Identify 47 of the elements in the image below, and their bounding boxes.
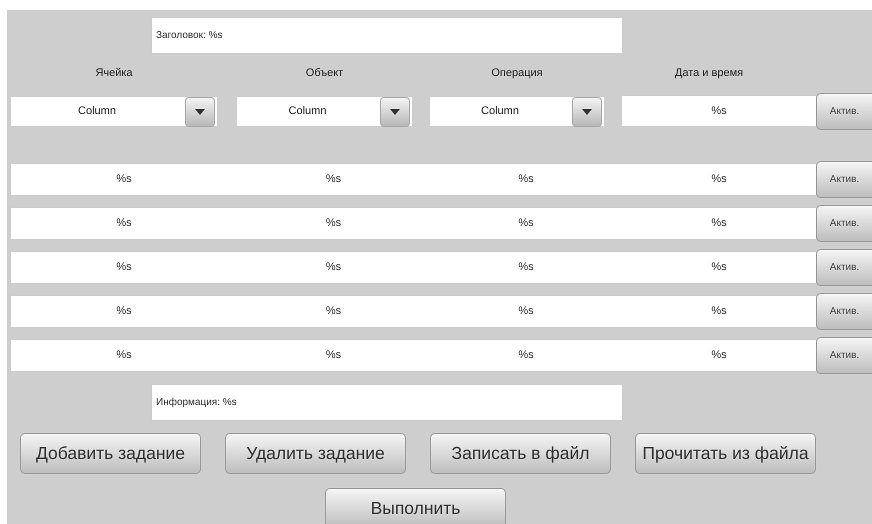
input-field[interactable]: %s bbox=[622, 208, 816, 238]
column-header: Ячейка bbox=[94, 66, 134, 81]
input-field[interactable]: %s bbox=[237, 164, 430, 194]
dropdown[interactable]: Column bbox=[237, 97, 412, 126]
title-field[interactable]: Заголовок: %s bbox=[152, 18, 622, 53]
input-field[interactable]: %s bbox=[11, 208, 237, 238]
input-field[interactable]: %s bbox=[622, 340, 816, 370]
column-header: Объект bbox=[304, 66, 344, 81]
column-header: Дата и время bbox=[674, 66, 744, 81]
dropdown[interactable]: Column bbox=[11, 97, 217, 126]
input-field[interactable]: %s bbox=[237, 296, 430, 326]
input-field[interactable]: %s bbox=[11, 252, 237, 282]
input-field[interactable]: %s bbox=[237, 340, 430, 370]
caret-down-icon bbox=[195, 109, 205, 115]
input-field[interactable]: %s bbox=[430, 296, 622, 326]
caret-down-icon bbox=[390, 109, 400, 115]
column-header: Операция bbox=[490, 66, 544, 81]
activate-button[interactable]: Актив. bbox=[816, 204, 872, 242]
activate-button[interactable]: Актив. bbox=[816, 93, 872, 130]
dropdown-arrow-button[interactable] bbox=[572, 97, 602, 127]
activate-button[interactable]: Актив. bbox=[816, 160, 872, 198]
action-button[interactable]: Прочитать из файла bbox=[635, 433, 816, 474]
caret-down-icon bbox=[582, 109, 592, 115]
info-field[interactable]: Информация: %s bbox=[152, 385, 622, 420]
date-field[interactable]: %s bbox=[622, 96, 816, 126]
input-field[interactable]: %s bbox=[11, 296, 237, 326]
activate-button[interactable]: Актив. bbox=[816, 248, 872, 286]
activate-button[interactable]: Актив. bbox=[816, 336, 872, 374]
action-button[interactable]: Записать в файл bbox=[430, 433, 611, 474]
input-field[interactable]: %s bbox=[11, 340, 237, 370]
input-field[interactable]: %s bbox=[11, 164, 237, 194]
dropdown-arrow-button[interactable] bbox=[185, 97, 215, 127]
input-field[interactable]: %s bbox=[622, 252, 816, 282]
action-button[interactable]: Удалить задание bbox=[225, 433, 406, 474]
input-field[interactable]: %s bbox=[622, 296, 816, 326]
dropdown-arrow-button[interactable] bbox=[380, 97, 410, 127]
input-field[interactable]: %s bbox=[430, 340, 622, 370]
activate-button[interactable]: Актив. bbox=[816, 292, 872, 330]
input-field[interactable]: %s bbox=[430, 208, 622, 238]
action-button[interactable]: Добавить задание bbox=[20, 433, 201, 474]
input-field[interactable]: %s bbox=[237, 208, 430, 238]
input-field[interactable]: %s bbox=[237, 252, 430, 282]
input-field[interactable]: %s bbox=[430, 252, 622, 282]
input-field[interactable]: %s bbox=[430, 164, 622, 194]
execute-button[interactable]: Выполнить bbox=[325, 488, 506, 524]
input-field[interactable]: %s bbox=[622, 164, 816, 194]
dropdown[interactable]: Column bbox=[430, 97, 604, 126]
